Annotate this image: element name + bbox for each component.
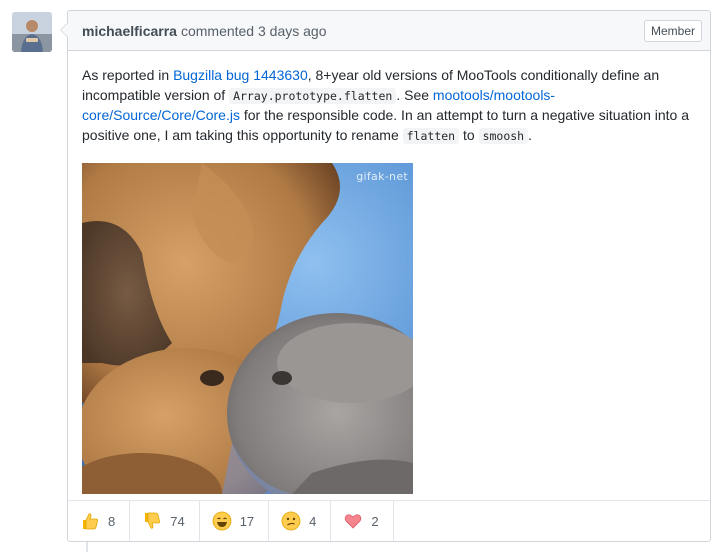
reaction-count: 74 [170,513,185,529]
comment: michaelficarra commented 3 days ago Memb… [60,10,711,542]
reactions-bar: 8 74 17 4 2 [68,500,710,541]
gif-watermark: gifak-net [356,170,408,184]
comment-action: commented [180,22,255,39]
page: michaelficarra commented 3 days ago Memb… [0,0,720,552]
thumbs-down-icon [142,511,162,531]
comment-timestamp[interactable]: 3 days ago [258,23,327,39]
body-text: to [459,126,479,143]
comment-body: As reported in Bugzilla bug 1443630, 8+y… [68,51,710,495]
body-text: As reported in [82,67,174,83]
reaction-count: 8 [108,513,116,529]
inline-code: Array.prototype.flatten [229,87,397,104]
bunnies-gif[interactable]: gifak-net [82,163,413,495]
inline-code: flatten [402,127,460,144]
reaction-laugh[interactable]: 17 [200,501,270,541]
heart-icon [343,511,363,531]
comment-paragraph: As reported in Bugzilla bug 1443630, 8+y… [82,66,696,146]
comment-author-link[interactable]: michaelficarra [82,23,177,39]
reaction-thumbs-up[interactable]: 8 [68,501,131,541]
body-text: . See [396,86,433,103]
reaction-count: 17 [239,513,255,529]
reaction-thumbs-down[interactable]: 74 [130,501,200,541]
avatar[interactable] [12,12,52,52]
reaction-count: 4 [309,513,317,529]
reaction-confused[interactable]: 4 [269,501,332,541]
inline-code: smoosh [478,127,529,144]
comment-header: michaelficarra commented 3 days ago Memb… [68,11,710,51]
thumbs-up-icon [80,511,100,531]
reaction-heart[interactable]: 2 [331,501,394,541]
timeline-line [86,542,88,552]
member-badge: Member [643,19,702,42]
body-text: . [528,126,532,143]
confused-icon [281,511,301,531]
bugzilla-link[interactable]: Bugzilla bug 1443630 [173,67,308,83]
reaction-count: 2 [371,513,379,529]
laugh-icon [212,511,232,531]
